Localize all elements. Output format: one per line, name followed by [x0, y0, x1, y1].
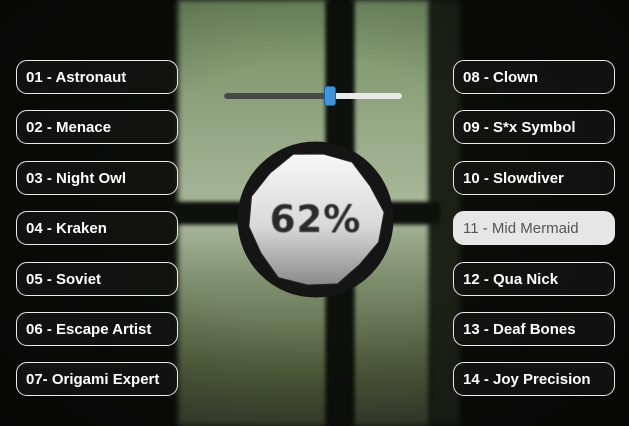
track-label: 12 - Qua Nick — [463, 270, 559, 288]
track-label: 07- Origami Expert — [26, 370, 160, 388]
track-label: 13 - Deaf Bones — [463, 320, 576, 338]
volume-percent: 62% — [269, 198, 362, 241]
track-label: 05 - Soviet — [26, 270, 102, 288]
track-button-11-selected[interactable]: 11 - Mid Mermaid — [453, 211, 615, 245]
track-button-01[interactable]: 01 - Astronaut — [16, 60, 178, 94]
track-button-07[interactable]: 07- Origami Expert — [16, 362, 178, 396]
track-button-04[interactable]: 04 - Kraken — [16, 211, 178, 245]
track-label: 08 - Clown — [463, 68, 539, 86]
volume-dial[interactable]: 62% — [237, 141, 394, 298]
track-button-13[interactable]: 13 - Deaf Bones — [453, 312, 615, 346]
track-label: 06 - Escape Artist — [26, 320, 152, 338]
track-button-14[interactable]: 14 - Joy Precision — [453, 362, 615, 396]
track-button-09[interactable]: 09 - S*x Symbol — [453, 110, 615, 144]
track-button-05[interactable]: 05 - Soviet — [16, 262, 178, 296]
track-button-12[interactable]: 12 - Qua Nick — [453, 262, 615, 296]
track-label: 03 - Night Owl — [26, 169, 127, 187]
slider-thumb[interactable] — [324, 86, 336, 106]
volume-slider[interactable] — [224, 86, 402, 106]
track-button-06[interactable]: 06 - Escape Artist — [16, 312, 178, 346]
track-button-08[interactable]: 08 - Clown — [453, 60, 615, 94]
track-label: 14 - Joy Precision — [463, 370, 591, 388]
track-button-03[interactable]: 03 - Night Owl — [16, 161, 178, 195]
track-label: 09 - S*x Symbol — [463, 118, 576, 136]
track-label: 10 - Slowdiver — [463, 169, 564, 187]
track-label: 01 - Astronaut — [26, 68, 127, 86]
track-label: 04 - Kraken — [26, 219, 107, 237]
track-button-02[interactable]: 02 - Menace — [16, 110, 178, 144]
track-label: 02 - Menace — [26, 118, 112, 136]
track-label: 11 - Mid Mermaid — [463, 219, 579, 237]
track-button-10[interactable]: 10 - Slowdiver — [453, 161, 615, 195]
slider-fill — [224, 93, 326, 99]
